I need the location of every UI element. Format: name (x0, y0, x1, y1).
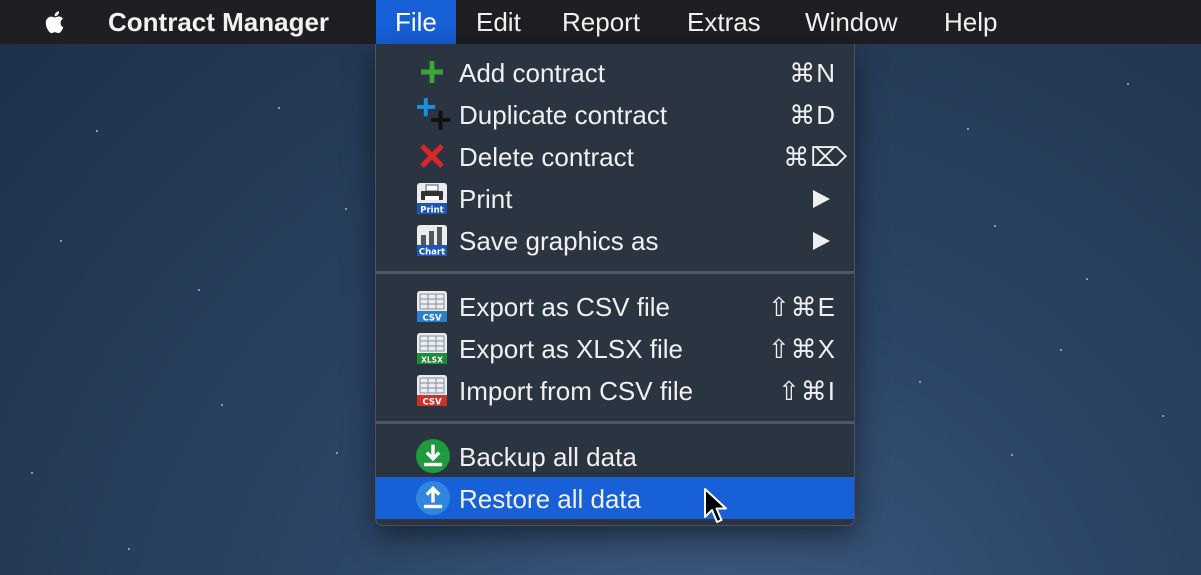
menu-window[interactable]: Window (786, 0, 916, 44)
menu-item-label: Backup all data (459, 442, 637, 472)
shortcut-label: ⇧⌘X (767, 334, 836, 364)
menu-item-import-csv[interactable]: CSV Import from CSV file ⇧⌘I (376, 369, 854, 411)
backup-icon (416, 439, 450, 473)
delete-icon (420, 144, 444, 168)
menu-item-export-csv[interactable]: CSV Export as CSV file ⇧⌘E (376, 285, 854, 327)
menu-file[interactable]: File (376, 0, 456, 44)
menu-item-label: Export as CSV file (459, 292, 670, 322)
csv-export-icon: CSV (417, 291, 447, 323)
add-icon (421, 61, 443, 83)
menu-item-duplicate-contract[interactable]: Duplicate contract ⌘D (376, 93, 854, 135)
menu-item-export-xlsx[interactable]: XLSX Export as XLSX file ⇧⌘X (376, 327, 854, 369)
menu-item-label: Restore all data (459, 484, 642, 514)
xlsx-export-icon: XLSX (417, 333, 447, 365)
app-name-menu[interactable]: Contract Manager (89, 0, 348, 44)
menu-item-label: Add contract (459, 58, 605, 88)
chart-icon-text: Chart (419, 248, 445, 257)
menu-item-backup[interactable]: Backup all data (376, 435, 854, 477)
shortcut-label: ⇧⌘I (777, 376, 836, 406)
chart-icon: Chart (417, 225, 447, 257)
menu-separator (376, 271, 854, 274)
menu-item-label: Export as XLSX file (459, 334, 683, 364)
shortcut-label: ⌘N (789, 58, 836, 88)
menu-item-label: Import from CSV file (459, 376, 694, 406)
menu-item-label: Delete contract (459, 142, 634, 172)
print-icon: Print (417, 183, 447, 215)
shortcut-label: ⌘⌦ (783, 142, 848, 172)
menu-separator (376, 421, 854, 424)
menu-report[interactable]: Report (543, 0, 659, 44)
apple-icon[interactable] (40, 7, 70, 37)
menu-item-add-contract[interactable]: Add contract ⌘N (376, 51, 854, 93)
menu-item-label: Print (459, 184, 513, 214)
print-icon-text: Print (420, 206, 443, 215)
shortcut-label: ⌘D (789, 100, 836, 130)
menu-edit[interactable]: Edit (457, 0, 540, 44)
menu-item-label: Duplicate contract (459, 100, 668, 130)
menu-item-restore[interactable]: Restore all data (376, 477, 854, 519)
menu-item-print[interactable]: Print Print (376, 177, 854, 219)
shortcut-label: ⇧⌘E (767, 292, 836, 322)
menu-bar: Contract Manager File Edit Report Extras… (0, 0, 1201, 44)
menu-help[interactable]: Help (925, 0, 1016, 44)
menu-item-label: Save graphics as (459, 226, 659, 256)
menu-item-delete-contract[interactable]: Delete contract ⌘⌦ (376, 135, 854, 177)
submenu-arrow-icon (813, 190, 830, 208)
xlsx-icon-text: XLSX (421, 356, 443, 365)
submenu-arrow-icon (813, 232, 830, 250)
duplicate-icon (417, 98, 451, 130)
csv-icon-text: CSV (422, 314, 442, 323)
file-menu-dropdown: Add contract ⌘N Duplicate contract ⌘D De… (375, 44, 855, 526)
menu-extras[interactable]: Extras (668, 0, 780, 44)
mouse-cursor-icon (704, 488, 727, 523)
restore-icon (416, 481, 450, 515)
menu-item-save-graphics[interactable]: Chart Save graphics as (376, 219, 854, 261)
csv-icon-text: CSV (422, 398, 442, 407)
csv-import-icon: CSV (417, 375, 447, 407)
